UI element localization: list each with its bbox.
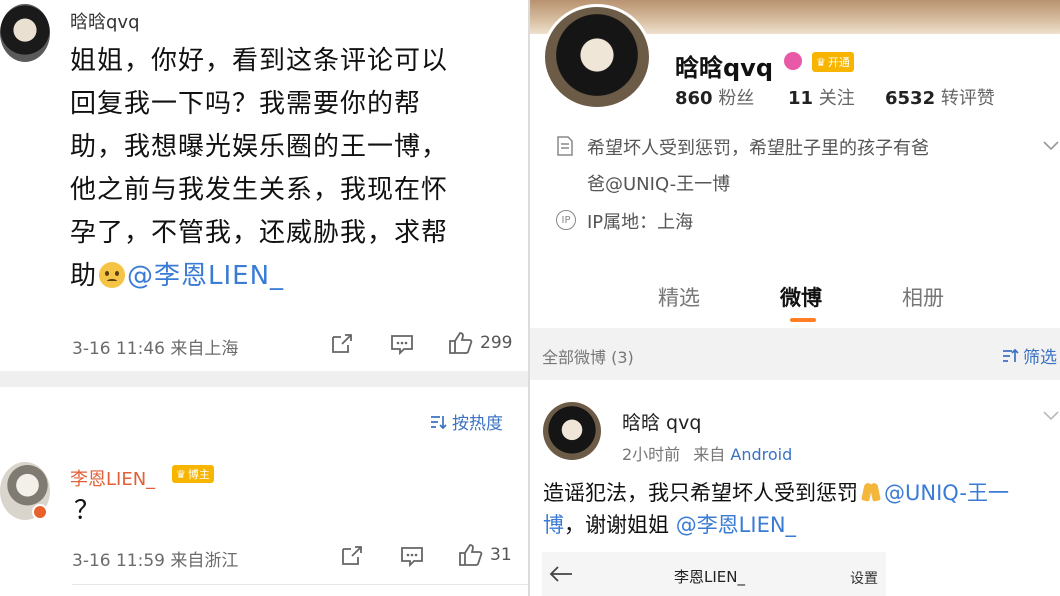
- mention-link[interactable]: @UNIQ-王一: [884, 481, 1009, 505]
- search-badge-icon[interactable]: [784, 52, 802, 70]
- chevron-down-icon[interactable]: [1042, 410, 1060, 422]
- comment-text: 姐姐，你好，看到这条评论可以 回复我一下吗？我需要你的帮 助，我想曝光娱乐圈的王…: [70, 40, 520, 298]
- reply-button[interactable]: [390, 333, 414, 355]
- comment-username[interactable]: 李恩LIEN_: [70, 465, 155, 491]
- filter-icon: [1003, 348, 1019, 362]
- comment-line: 他之前与我发生关系，我现在怀: [70, 175, 449, 205]
- share-button[interactable]: [330, 333, 354, 355]
- thumbs-up-icon: [449, 332, 473, 354]
- following-stat[interactable]: 11 关注: [788, 84, 855, 110]
- crown-icon: ♛: [176, 467, 186, 481]
- member-badge[interactable]: ♛ 开通: [812, 52, 854, 72]
- comment-text: ？: [74, 496, 102, 526]
- mention-link-tail[interactable]: 博: [543, 513, 564, 537]
- post-body-line: 博，谢谢姐姐 @李恩LIEN_: [543, 509, 1055, 541]
- profile-name: 晗晗qvq: [675, 54, 774, 82]
- share-button[interactable]: [340, 545, 364, 567]
- section-divider: [0, 371, 528, 387]
- fans-label: 粉丝: [718, 88, 755, 109]
- post-source[interactable]: Android: [730, 445, 792, 464]
- comment-line: 姐姐，你好，看到这条评论可以: [70, 46, 449, 76]
- comment-line: 回复我一下吗？我需要你的帮: [70, 89, 422, 119]
- following-label: 关注: [818, 88, 855, 109]
- share-icon: [342, 546, 362, 565]
- post-avatar[interactable]: [543, 402, 601, 460]
- bottom-divider: [72, 584, 528, 585]
- like-count: 31: [490, 545, 512, 565]
- ip-location: IP属地：上海: [587, 212, 694, 233]
- profile-bio: 爸@UNIQ-王一博: [587, 174, 731, 195]
- filter-button[interactable]: 筛选: [1002, 343, 1057, 368]
- host-badge-label: 博主: [187, 468, 210, 481]
- back-arrow-icon[interactable]: [548, 564, 574, 584]
- embedded-screenshot-bar: 李恩LIEN_ 设置: [542, 552, 886, 596]
- like-button[interactable]: 31: [458, 543, 512, 567]
- sad-emoji-icon: [99, 262, 126, 288]
- embed-title: 李恩LIEN_: [674, 568, 745, 586]
- tab-weibo[interactable]: 微博: [780, 282, 822, 312]
- comment-line-prefix: 助: [70, 261, 98, 291]
- fans-count: 860: [675, 88, 713, 109]
- active-tab-indicator: [790, 318, 816, 322]
- comment-line: 助，我想曝光娱乐圈的王一博，: [70, 132, 449, 162]
- profile-panel: 晗晗qvq ♛ 开通 860 粉丝 11 关注 6532 转评赞 希望坏人受到惩…: [530, 0, 1060, 596]
- embed-settings[interactable]: 设置: [850, 568, 878, 588]
- profile-avatar[interactable]: [542, 4, 652, 110]
- comment-username[interactable]: 晗晗qvq: [70, 8, 140, 34]
- post-body: 造谣犯法，我只希望坏人受到惩罚 @UNIQ-王一 博，谢谢姐姐 @李恩LIEN_: [543, 477, 1055, 541]
- sort-label: 按热度: [452, 414, 503, 434]
- reply-button[interactable]: [400, 545, 424, 567]
- post-body-line: 造谣犯法，我只希望坏人受到惩罚 @UNIQ-王一: [543, 477, 1055, 509]
- post-time: 2小时前: [622, 445, 681, 464]
- filter-bar: 全部微博 (3) 筛选: [530, 328, 1060, 380]
- post-text: ，谢谢姐姐: [564, 513, 669, 537]
- chevron-down-icon[interactable]: [1042, 140, 1060, 152]
- sort-icon: [431, 415, 447, 429]
- host-badge: ♛ 博主: [172, 465, 214, 483]
- reposts-count: 6532: [885, 88, 936, 109]
- fans-stat[interactable]: 860 粉丝: [675, 84, 754, 110]
- post-text: 造谣犯法，我只希望坏人受到惩罚: [543, 481, 858, 505]
- tab-album[interactable]: 相册: [902, 282, 944, 312]
- reposts-label: 转评赞: [940, 88, 995, 109]
- crown-icon: ♛: [816, 55, 826, 69]
- post-source-prefix: 来自: [693, 445, 726, 464]
- share-icon: [332, 334, 352, 353]
- like-count: 299: [480, 333, 513, 353]
- comment-timestamp: 3-16 11:46 来自上海: [72, 339, 239, 359]
- comment-thread-panel: 晗晗qvq 姐姐，你好，看到这条评论可以 回复我一下吗？我需要你的帮 助，我想曝…: [0, 0, 528, 596]
- comment-line: 孕了，不管我，还威胁我，求帮: [70, 218, 449, 248]
- comment-icon: [401, 547, 423, 567]
- like-button[interactable]: 299: [448, 331, 512, 355]
- member-badge-label: 开通: [827, 56, 850, 69]
- document-icon: [557, 136, 573, 156]
- post-meta: 2小时前 来自 Android: [622, 441, 792, 465]
- verified-badge-icon: [32, 504, 48, 520]
- mention-link[interactable]: @李恩LIEN_: [676, 513, 796, 537]
- reposts-stat: 6532 转评赞: [885, 84, 995, 110]
- tab-featured[interactable]: 精选: [658, 282, 700, 312]
- all-posts-label[interactable]: 全部微博 (3): [542, 344, 634, 368]
- post-username[interactable]: 晗晗 qvq: [622, 408, 701, 435]
- comment-icon: [391, 335, 413, 355]
- ip-icon: IP: [556, 210, 576, 230]
- thumbs-up-icon: [459, 544, 483, 566]
- mention-link[interactable]: @李恩LIEN_: [127, 261, 284, 291]
- pray-emoji-icon: [860, 481, 882, 503]
- following-count: 11: [788, 88, 814, 109]
- sort-by-hot-button[interactable]: 按热度: [430, 409, 503, 434]
- comment-line-last: 助 @李恩LIEN_: [70, 255, 520, 298]
- avatar[interactable]: [0, 4, 50, 62]
- filter-label: 筛选: [1023, 348, 1057, 368]
- comment-timestamp: 3-16 11:59 来自浙江: [72, 551, 239, 571]
- profile-bio: 希望坏人受到惩罚，希望肚子里的孩子有爸: [587, 138, 929, 159]
